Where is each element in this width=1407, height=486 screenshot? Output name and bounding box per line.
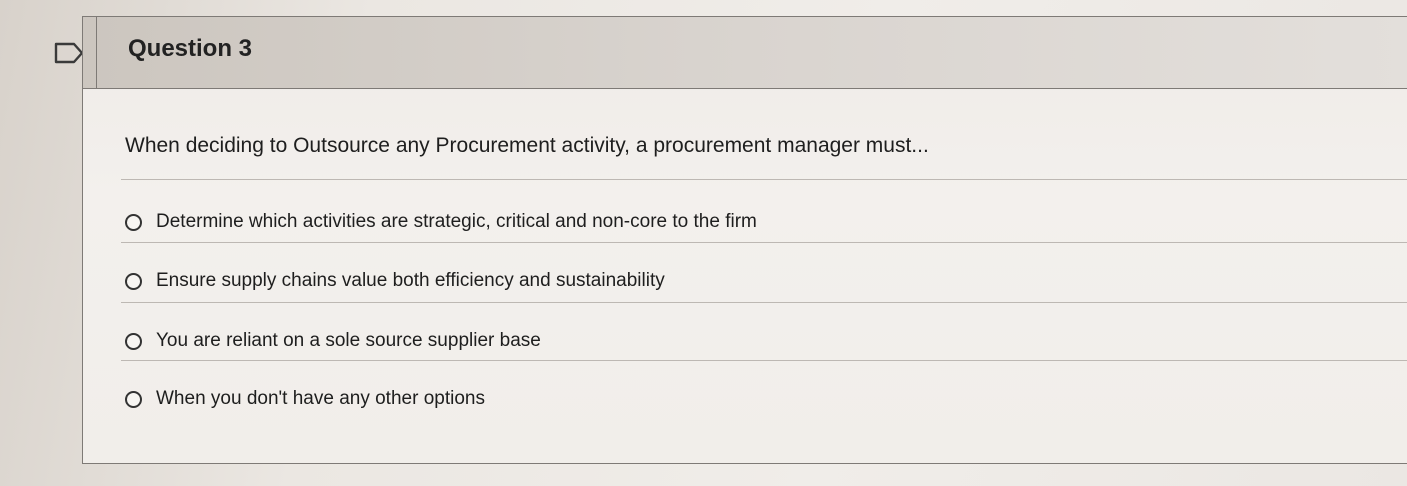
option-divider (121, 242, 1407, 243)
answer-option-3[interactable]: You are reliant on a sole source supplie… (125, 326, 541, 356)
answer-option-label: When you don't have any other options (156, 388, 485, 409)
header-divider (83, 17, 97, 89)
question-card: Question 3 When deciding to Outsource an… (82, 16, 1407, 464)
answer-option-label: You are reliant on a sole source supplie… (156, 330, 541, 351)
flag-icon[interactable] (54, 42, 84, 64)
answer-option-4[interactable]: When you don't have any other options (125, 384, 485, 414)
option-divider (121, 302, 1407, 303)
answer-option-2[interactable]: Ensure supply chains value both efficien… (125, 266, 665, 296)
answer-option-1[interactable]: Determine which activities are strategic… (125, 207, 757, 237)
answer-option-label: Ensure supply chains value both efficien… (156, 270, 665, 291)
prompt-divider (121, 179, 1407, 180)
radio-unselected-icon[interactable] (125, 213, 142, 231)
question-header: Question 3 (83, 17, 1407, 89)
answer-option-label: Determine which activities are strategic… (156, 211, 757, 232)
option-divider (121, 360, 1407, 361)
question-title: Question 3 (128, 35, 253, 62)
radio-unselected-icon[interactable] (125, 332, 142, 350)
radio-unselected-icon[interactable] (125, 272, 142, 290)
radio-unselected-icon[interactable] (125, 390, 142, 408)
question-prompt: When deciding to Outsource any Procureme… (125, 134, 929, 157)
